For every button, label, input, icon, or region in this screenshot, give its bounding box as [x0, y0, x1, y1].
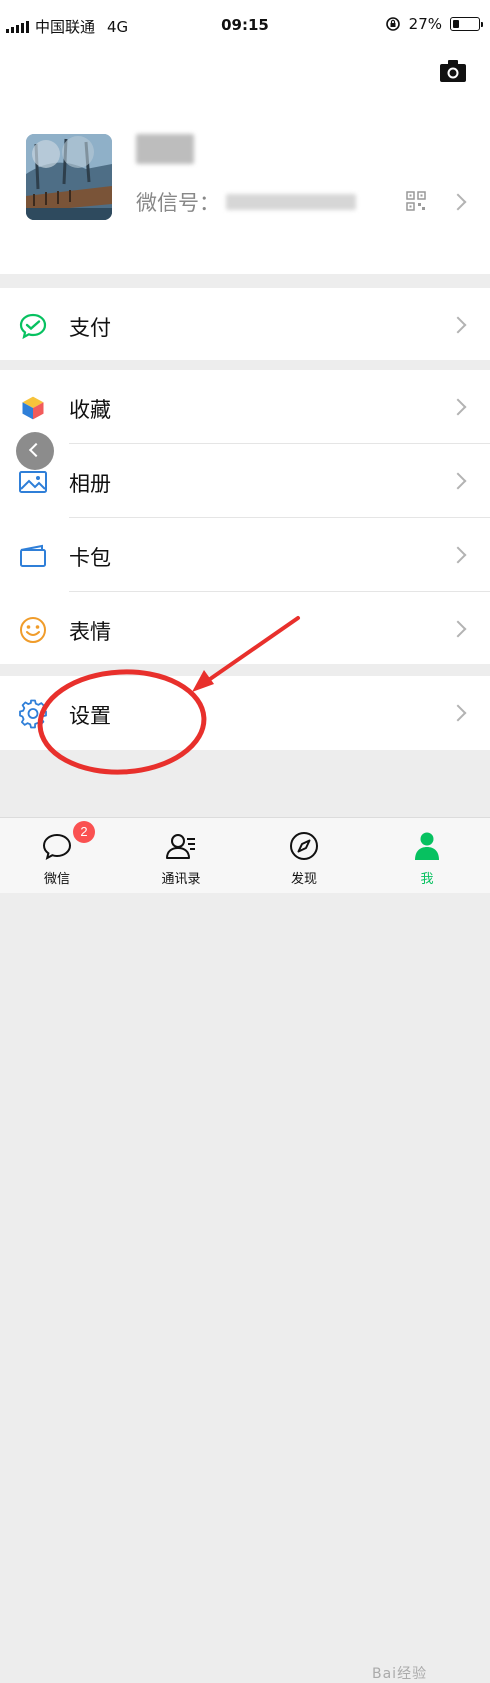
avatar[interactable]	[26, 134, 112, 220]
wechat-id-redacted	[226, 194, 356, 210]
tab-label: 我	[420, 872, 434, 887]
person-icon	[415, 832, 439, 860]
menu-item-label: 表情	[69, 620, 111, 644]
photo-icon	[19, 471, 47, 493]
tab-bar: 2 微信 通讯录 发现 我 Bai经验	[0, 817, 490, 1682]
chevron-right-icon	[449, 620, 467, 638]
tab-label: 微信	[43, 872, 70, 887]
watermark: Bai经验	[372, 1666, 428, 1682]
battery-icon	[450, 17, 483, 31]
menu-item-label: 支付	[69, 316, 111, 340]
qr-code-icon[interactable]	[406, 191, 426, 211]
chevron-right-icon	[449, 316, 467, 334]
menu-item-stickers[interactable]: 表情	[0, 592, 490, 666]
battery-percent: 27%	[408, 15, 442, 33]
floating-back-button[interactable]	[16, 432, 54, 470]
chevron-right-icon	[449, 472, 467, 490]
cube-icon	[21, 395, 45, 421]
status-right: 27%	[385, 15, 483, 33]
menu-item-favorites[interactable]: 收藏	[0, 370, 490, 444]
contacts-icon	[166, 834, 195, 859]
tab-discover[interactable]: 发现	[254, 818, 354, 893]
chevron-right-icon	[449, 398, 467, 416]
main-menu-group: 收藏 相册 卡包 表情	[0, 370, 490, 664]
settings-group: 设置	[0, 676, 490, 750]
menu-item-label: 设置	[69, 704, 111, 728]
chevron-right-icon	[449, 546, 467, 564]
menu-item-settings[interactable]: 设置	[0, 676, 490, 750]
unread-badge: 2	[73, 821, 95, 843]
smile-icon	[20, 617, 46, 643]
pay-group: 支付	[0, 288, 490, 360]
tab-me[interactable]: 我	[377, 818, 477, 893]
tab-label: 发现	[290, 872, 317, 887]
card-wallet-icon	[20, 544, 46, 567]
menu-item-label: 卡包	[69, 546, 111, 570]
profile-header[interactable]: 微信号：	[0, 46, 490, 274]
camera-icon[interactable]	[438, 56, 468, 86]
tab-contacts[interactable]: 通讯录	[131, 818, 231, 893]
chevron-right-icon	[449, 193, 467, 211]
chevron-right-icon	[449, 704, 467, 722]
menu-item-album[interactable]: 相册	[0, 444, 490, 518]
menu-item-pay[interactable]: 支付	[0, 288, 490, 360]
status-bar: 中国联通 4G 09:15 27%	[0, 0, 490, 46]
compass-icon	[290, 832, 318, 860]
tab-chats[interactable]: 2 微信	[7, 818, 107, 893]
rotation-lock-icon	[385, 17, 400, 31]
tab-label: 通讯录	[161, 872, 201, 887]
chat-bubble-icon	[42, 833, 72, 860]
gear-icon	[19, 699, 47, 729]
wechat-id-label: 微信号：	[136, 191, 220, 215]
menu-item-label: 收藏	[69, 398, 111, 422]
menu-item-cards[interactable]: 卡包	[0, 518, 490, 592]
wechat-pay-icon	[19, 313, 47, 340]
nickname-redacted	[136, 134, 194, 164]
menu-item-label: 相册	[69, 472, 111, 496]
